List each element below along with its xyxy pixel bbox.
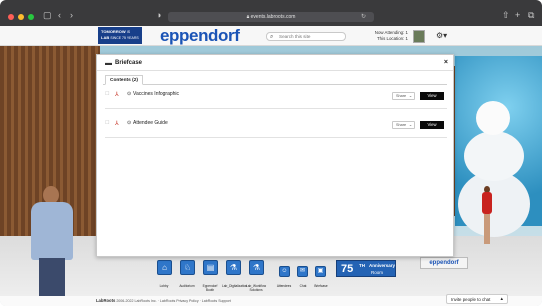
browser-window: ▢ ‹ › ◑ 🔒︎ events.labroots.com ↻ ⇧ + ⧉ T… xyxy=(0,0,542,306)
share-dropdown[interactable]: Share ⌄ xyxy=(392,92,415,100)
forward-icon[interactable]: › xyxy=(70,10,73,20)
url-text: events.labroots.com xyxy=(250,14,296,20)
dock-label-booth[interactable]: Eppendorf Booth xyxy=(199,284,221,292)
site-header: TOMORROW IS LAB SINCE 75 YEARS eppendorf… xyxy=(0,26,542,46)
briefcase-icon: ▬ xyxy=(105,60,112,67)
modal-header: ▬ Briefcase × xyxy=(97,55,453,71)
sidebar-toggle-icon[interactable]: ▢ xyxy=(43,10,52,20)
labroots-logo[interactable]: LabRoots xyxy=(96,298,115,303)
eye-icon[interactable]: ⊙ xyxy=(127,120,131,126)
lab-workflow-icon[interactable]: ⚗ xyxy=(249,260,264,275)
item-checkbox[interactable]: ☐ xyxy=(105,91,109,97)
item-name[interactable]: Attendee Guide xyxy=(133,120,168,126)
window-controls xyxy=(8,14,34,20)
zoom-window-button[interactable] xyxy=(28,14,34,20)
share-label: Share xyxy=(396,123,407,127)
booth-sign: eppendorf xyxy=(420,257,468,269)
dock-label-briefcase[interactable]: Briefcase xyxy=(310,284,332,289)
chat-invite-label: Invite people to chat xyxy=(451,297,491,302)
chat-icon[interactable]: ✉ xyxy=(297,266,308,277)
modal-tabs: Contents (2) xyxy=(103,75,447,85)
view-button[interactable]: View xyxy=(420,121,444,129)
pdf-icon: ⅄ xyxy=(115,92,119,98)
dock-label-auditorium[interactable]: Auditorium xyxy=(176,284,198,289)
chevron-up-icon: ▴ xyxy=(500,296,503,302)
share-dropdown[interactable]: Share ⌄ xyxy=(392,121,415,129)
list-item: ☐ ⅄ ⊙ Attendee Guide Share ⌄ View xyxy=(105,119,447,133)
avatar[interactable] xyxy=(413,30,425,43)
attendance-counter: Now Attending: 1 This Location: 1 xyxy=(358,30,408,42)
snowman-figure xyxy=(458,101,530,251)
anniversary-line1: Anniversary xyxy=(369,263,396,268)
search-icon: ⌕ xyxy=(270,34,274,40)
reload-icon[interactable]: ↻ xyxy=(361,12,366,22)
view-button[interactable]: View xyxy=(420,92,444,100)
eppendorf-logo[interactable]: eppendorf xyxy=(160,26,240,46)
eye-icon[interactable]: ⊙ xyxy=(127,91,131,97)
briefcase-icon[interactable]: ▣ xyxy=(315,266,326,277)
badge-line3: LAB xyxy=(101,35,110,40)
minimize-window-button[interactable] xyxy=(18,14,24,20)
attendees-icon[interactable]: ☺ xyxy=(279,266,290,277)
briefcase-modal: ▬ Briefcase × Contents (2) ☐ ⅄ ⊙ Vaccine… xyxy=(96,54,454,257)
pdf-icon: ⅄ xyxy=(115,121,119,127)
tab-contents[interactable]: Contents (2) xyxy=(105,75,143,85)
lobby-icon[interactable]: ⌂ xyxy=(157,260,172,275)
dock-label-lobby[interactable]: Lobby xyxy=(153,284,175,289)
back-icon[interactable]: ‹ xyxy=(58,10,61,20)
auditorium-icon[interactable]: ♘ xyxy=(180,260,195,275)
avatar-figure-right xyxy=(480,186,494,246)
badge-line1: TOMORROW xyxy=(101,29,126,34)
footer-text: LabRoots 2006-2022 LabRoots Inc. · LabRo… xyxy=(96,298,231,303)
share-icon[interactable]: ⇧ xyxy=(502,10,510,20)
settings-gear-icon[interactable]: ⚙▾ xyxy=(436,31,447,40)
list-item: ☐ ⅄ ⊙ Vaccines Infographic Share ⌄ View xyxy=(105,90,447,104)
lab-digitalization-icon[interactable]: ⚗ xyxy=(226,260,241,275)
search-placeholder: Search this site xyxy=(279,34,311,39)
anniversary-room-button[interactable]: 75 TH Anniversary Room xyxy=(336,260,396,277)
copyright-links[interactable]: 2006-2022 LabRoots Inc. · LabRoots Priva… xyxy=(116,299,230,303)
anniversary-line2: Room xyxy=(371,270,384,275)
share-label: Share xyxy=(396,94,407,98)
dock-label-lab-digitalization[interactable]: Lab_Digitalization xyxy=(222,284,247,289)
address-bar[interactable]: 🔒︎ events.labroots.com ↻ xyxy=(168,12,374,22)
chevron-down-icon: ⌄ xyxy=(408,94,412,98)
new-tab-icon[interactable]: + xyxy=(515,10,520,20)
booth-icon[interactable]: ▤ xyxy=(203,260,218,275)
item-name[interactable]: Vaccines Infographic xyxy=(133,91,179,97)
anniversary-sup: TH xyxy=(359,263,365,268)
tab-overview-icon[interactable]: ⧉ xyxy=(528,10,534,20)
item-checkbox[interactable]: ☐ xyxy=(105,120,109,126)
this-location: This Location: 1 xyxy=(377,36,408,41)
close-window-button[interactable] xyxy=(8,14,14,20)
privacy-shield-icon[interactable]: ◑ xyxy=(156,10,161,20)
chevron-down-icon: ⌄ xyxy=(408,123,412,127)
badge-line2: IS xyxy=(126,30,131,34)
badge-line4: SINCE 75 YEARS xyxy=(110,36,139,40)
divider xyxy=(105,108,447,109)
divider xyxy=(105,137,447,138)
anniversary-number: 75 xyxy=(341,263,354,275)
anniversary-badge: TOMORROW IS LAB SINCE 75 YEARS xyxy=(98,27,142,44)
invite-to-chat-button[interactable]: Invite people to chat ▴ xyxy=(446,294,508,304)
dock-label-lab-workflow[interactable]: Lab_Workflow Solutions xyxy=(245,284,267,292)
search-input[interactable]: ⌕ Search this site xyxy=(266,32,346,41)
browser-toolbar: ▢ ‹ › ◑ 🔒︎ events.labroots.com ↻ ⇧ + ⧉ xyxy=(0,0,542,26)
avatar-figure-left xyxy=(25,186,80,306)
modal-title: Briefcase xyxy=(115,60,143,66)
close-icon[interactable]: × xyxy=(444,59,448,67)
